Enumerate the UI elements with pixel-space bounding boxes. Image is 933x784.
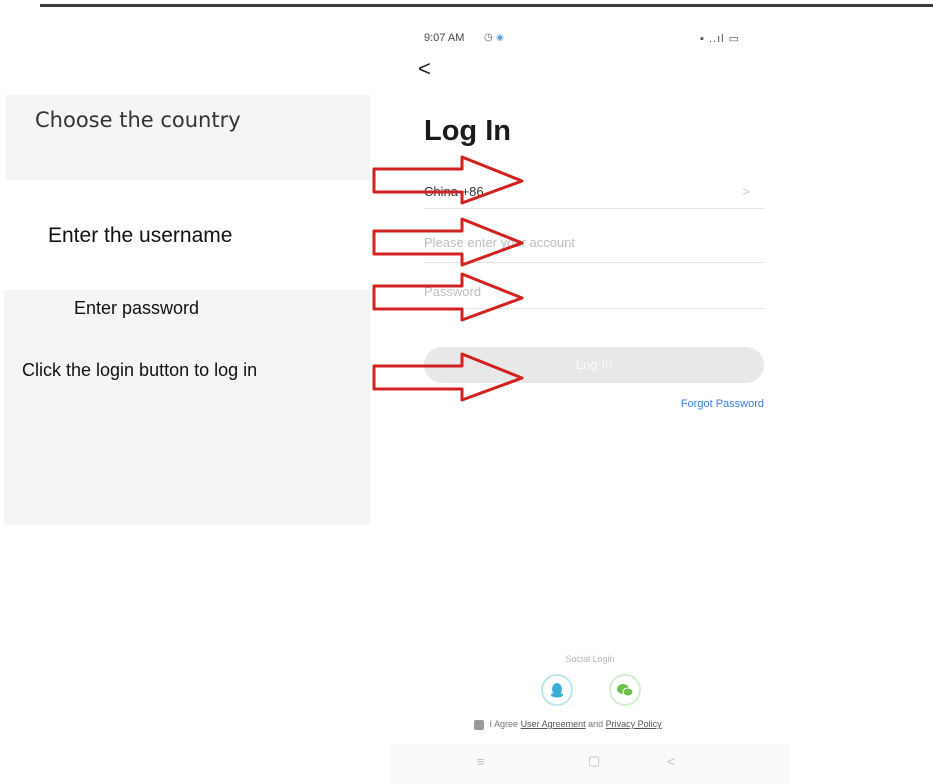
wechat-login-button[interactable] [609, 674, 641, 706]
back-nav-icon[interactable]: < [667, 754, 675, 769]
chevron-right-icon: > [742, 184, 750, 199]
annotation-click-login: Click the login button to log in [22, 360, 258, 380]
back-button[interactable]: < [418, 58, 431, 80]
social-login-label: Social Login [565, 654, 615, 664]
user-agreement-link[interactable]: User Agreement [521, 719, 586, 729]
qq-login-button[interactable] [541, 674, 573, 706]
annotation-choose-country: Choose the country [35, 108, 241, 132]
annotation-enter-username: Enter the username [48, 224, 233, 247]
qq-icon [551, 683, 563, 698]
annotation-panel-login [4, 290, 370, 525]
arrow-to-login-button [372, 352, 524, 402]
agreement-and: and [588, 719, 604, 729]
wechat-icon [617, 684, 634, 697]
top-border-line [40, 4, 933, 7]
annotation-enter-password: Enter password [74, 298, 200, 318]
privacy-policy-link[interactable]: Privacy Policy [606, 719, 662, 729]
arrow-to-password [372, 272, 524, 322]
menu-nav-icon[interactable]: ≡ [477, 754, 485, 769]
agreement-row: I Agree User Agreement and Privacy Polic… [474, 719, 662, 730]
arrow-to-username [372, 217, 524, 267]
phone-screen: 9:07 AM ◷ ◉ ▪ ..ıl ▭ < Log In China +86 … [390, 22, 790, 784]
arrow-to-country [372, 155, 524, 205]
status-time: 9:07 AM [424, 32, 465, 44]
status-indicators: ▪ ..ıl ▭ [700, 33, 741, 45]
agreement-prefix: I Agree [489, 719, 519, 729]
navigation-bar: ≡ ▢ < [390, 744, 790, 784]
page-title: Log In [424, 115, 511, 147]
notification-icon: ◉ [496, 32, 504, 42]
home-nav-icon[interactable]: ▢ [588, 753, 600, 769]
agreement-checkbox[interactable] [474, 719, 484, 730]
forgot-password-link[interactable]: Forgot Password [681, 398, 764, 410]
alarm-icon: ◷ [484, 32, 493, 43]
